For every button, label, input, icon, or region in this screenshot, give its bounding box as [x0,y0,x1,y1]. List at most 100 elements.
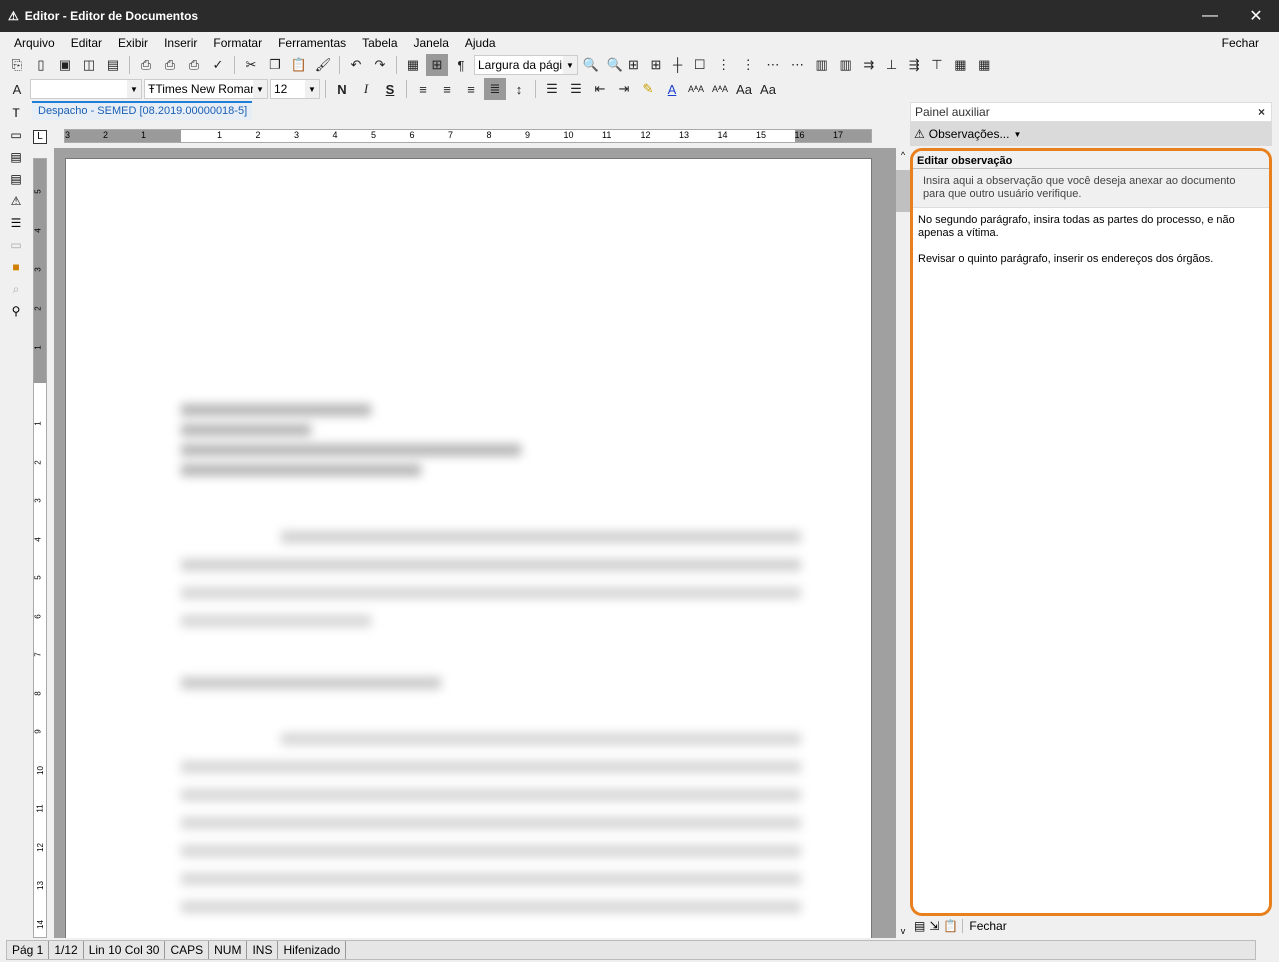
align-center-icon[interactable]: ≡ [436,78,458,100]
font-shrink-icon[interactable]: Aa [757,78,779,100]
close-window-button[interactable]: ✕ [1233,0,1279,32]
highlight-icon[interactable]: ✎ [637,78,659,100]
new-document-icon[interactable]: ▯ [30,54,52,76]
insert-icon[interactable]: ▤ [4,146,28,168]
zoom-in-icon[interactable]: 🔍 [604,54,626,76]
new-from-template-icon[interactable]: ⎘ [6,54,28,76]
paste-icon[interactable]: 📋 [943,919,958,933]
menu-formatar[interactable]: Formatar [205,36,270,50]
ruler-number: 1 [33,345,43,350]
table-tools-icons[interactable]: ⊞ ⊞ ┼ ☐ ⋮ ⋮ ⋯ ⋯ ▥ ▥ ⇉ ⊥ ⇶ ⊤ ▦ ▦ [628,54,1028,76]
menu-fechar[interactable]: Fechar [1214,36,1267,50]
print-preview-icon[interactable]: ⎙ [159,54,181,76]
clipboard-icon[interactable]: ▤ [4,168,28,190]
style-select[interactable]: ▼ [30,79,142,99]
ruler-number: 13 [35,881,45,890]
ruler-number: 1 [217,130,223,140]
underline-button[interactable]: S [379,78,401,100]
scroll-down-icon[interactable]: v [896,926,910,936]
save-icon[interactable]: ▤ [102,54,124,76]
document-area[interactable] [54,148,896,938]
status-hyphen: Hifenizado [278,941,347,959]
vertical-ruler[interactable]: 5 4 3 2 1 1 2 3 4 5 6 7 8 9 10 11 12 13 14 [33,158,47,938]
search-doc-icon[interactable]: ⌕ [4,278,28,300]
panel-fechar-button[interactable]: Fechar [962,919,1007,933]
print-icon[interactable]: ⎙ [135,54,157,76]
insert-note-icon[interactable]: ⇲ [929,919,939,933]
minimize-button[interactable]: — [1187,0,1233,32]
status-ins: INS [247,941,279,959]
status-page: Pág 1 [7,941,50,959]
list-icon[interactable]: ☰ [4,212,28,234]
menu-inserir[interactable]: Inserir [156,36,205,50]
justify-icon[interactable]: ≣ [484,78,506,100]
paint-icon[interactable]: ⚲ [4,300,28,322]
vertical-scrollbar[interactable]: ^ v [896,150,910,938]
pilcrow-icon[interactable]: ¶ [450,54,472,76]
ruler-number: 10 [35,765,45,775]
text-tool-icon[interactable]: T [4,102,28,124]
panel-footer: ▤ ⇲ 📋 Fechar [910,914,1007,938]
tab-document[interactable]: Despacho - SEMED [08.2019.00000018-5] [32,101,252,120]
menu-exibir[interactable]: Exibir [110,36,156,50]
font-select[interactable]: Ŧ Times New Romar ▼ [144,79,268,99]
grid-icon[interactable]: ⊞ [426,54,448,76]
print-setup-icon[interactable]: ⎙ [183,54,205,76]
highlighted-tool-icon[interactable]: ■ [4,256,28,278]
menu-janela[interactable]: Janela [406,36,457,50]
panel-close-button[interactable]: × [1258,105,1265,119]
ruler-margin-left [65,130,181,142]
document-page[interactable] [65,158,872,938]
redo-icon[interactable]: ↷ [369,54,391,76]
ruler-number: 14 [35,919,45,929]
observations-dropdown[interactable]: ⚠ Observações... ▼ [910,122,1272,146]
font-value: Times New Romar [155,82,255,96]
open-recent-icon[interactable]: ◫ [78,54,100,76]
align-left-icon[interactable]: ≡ [412,78,434,100]
superscript-icon[interactable]: AᴬA [685,78,707,100]
menu-editar[interactable]: Editar [63,36,110,50]
bullet-list-icon[interactable]: ☰ [541,78,563,100]
ruler-number: 5 [33,575,43,580]
save-icon[interactable]: ▤ [914,919,925,933]
menu-arquivo[interactable]: Arquivo [6,36,63,50]
field-icon[interactable]: ▭ [4,124,28,146]
open-icon[interactable]: ▣ [54,54,76,76]
zoom-out-icon[interactable]: 🔍 [580,54,602,76]
separator [129,56,130,74]
menu-tabela[interactable]: Tabela [354,36,405,50]
menu-ferramentas[interactable]: Ferramentas [270,36,354,50]
warning-note-icon[interactable]: ⚠ [4,190,28,212]
align-right-icon[interactable]: ≡ [460,78,482,100]
spellcheck-icon[interactable]: ✓ [207,54,229,76]
copy-icon[interactable]: ❐ [264,54,286,76]
paste-icon[interactable]: 📋 [288,54,310,76]
font-grow-icon[interactable]: Aa [733,78,755,100]
blurred-text [181,615,371,627]
ruler-number: 8 [486,130,492,140]
observation-textarea[interactable]: No segundo parágrafo, insira todas as pa… [913,208,1269,272]
scroll-up-icon[interactable]: ^ [896,150,910,160]
table-icon[interactable]: ▦ [402,54,424,76]
bold-button[interactable]: N [331,78,353,100]
status-position: Lin 10 Col 30 [84,941,166,959]
numbered-list-icon[interactable]: ☰ [565,78,587,100]
decrease-indent-icon[interactable]: ⇤ [589,78,611,100]
format-painter-icon[interactable]: 🖌 [312,54,334,76]
line-spacing-icon[interactable]: ↕ [508,78,530,100]
zoom-select[interactable]: Largura da págir ▼ [474,55,578,75]
italic-button[interactable]: I [355,78,377,100]
horizontal-ruler[interactable]: 3 2 1 1 2 3 4 5 6 7 8 9 10 11 12 13 14 15 16 17 [64,129,872,143]
status-caps: CAPS [165,941,210,959]
cut-icon[interactable]: ✂ [240,54,262,76]
font-color-icon[interactable]: A [661,78,683,100]
disabled-icon[interactable]: ▭ [4,234,28,256]
subscript-icon[interactable]: AᴬA [709,78,731,100]
font-size-select[interactable]: 12 ▼ [270,79,320,99]
tab-stop-selector[interactable]: L [33,130,47,144]
undo-icon[interactable]: ↶ [345,54,367,76]
menu-ajuda[interactable]: Ajuda [457,36,504,50]
scrollbar-thumb[interactable] [896,170,910,212]
increase-indent-icon[interactable]: ⇥ [613,78,635,100]
styles-icon[interactable]: A [6,78,28,100]
